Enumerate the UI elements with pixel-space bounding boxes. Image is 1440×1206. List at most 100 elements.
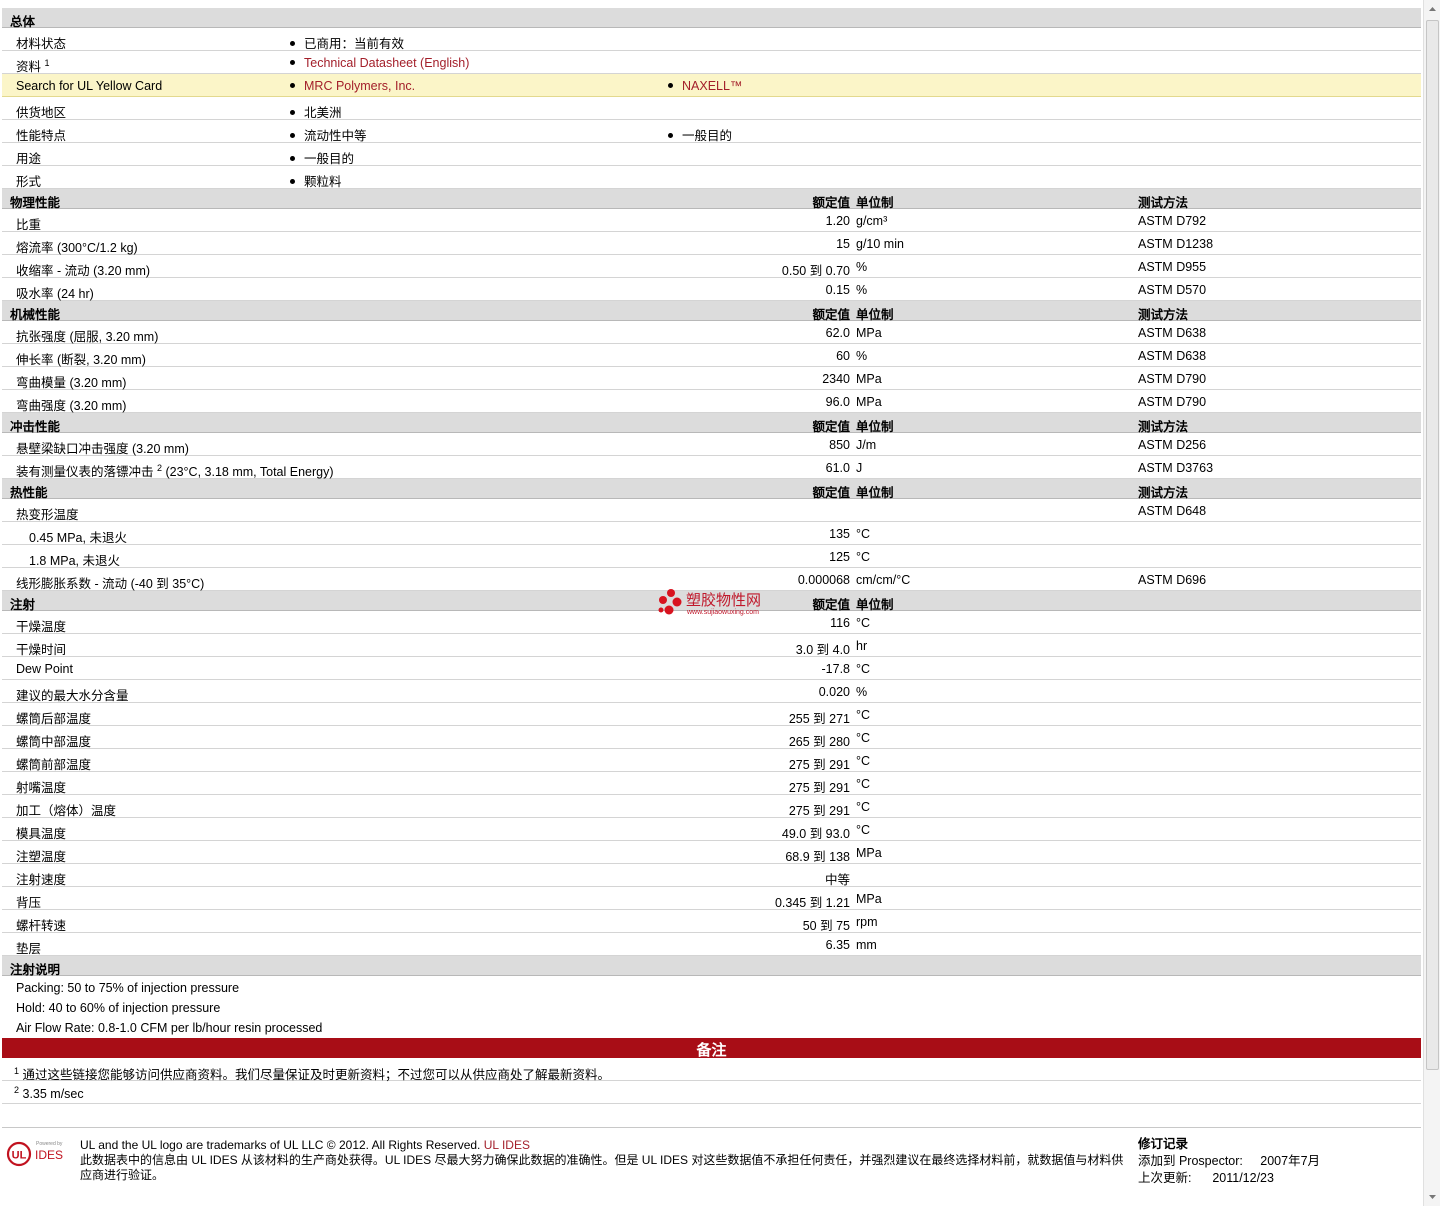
property-label: 螺筒后部温度: [16, 712, 92, 726]
property-label: 装有测量仪表的落镖冲击 2 (23°C, 3.18 mm, Total Ener…: [16, 462, 334, 479]
property-test-method: ASTM D696: [1138, 573, 1207, 587]
bullet-item: 一般目的: [290, 148, 354, 167]
property-label: 注塑温度: [16, 850, 67, 864]
property-test-method: ASTM D638: [1138, 326, 1207, 340]
mechanical-rows: 抗张强度 (屈服, 3.20 mm) 62.0 MPa ASTM D638 伸长率 (断…: [2, 321, 1421, 413]
note-text: Packing: 50 to 75% of injection pressure: [16, 981, 240, 995]
property-unit: MPa: [856, 395, 882, 409]
section-title: 注射说明: [10, 963, 61, 977]
bullet-item[interactable]: MRC Polymers, Inc.: [290, 79, 415, 93]
injection-row: 螺筒前部温度 275 到 291 °C: [2, 749, 1421, 772]
tradename-link[interactable]: NAXELL™: [682, 79, 742, 93]
property-value: 2340: [822, 372, 850, 386]
bullet-icon: [668, 133, 673, 139]
vertical-scrollbar[interactable]: [1423, 0, 1440, 1206]
property-unit: hr: [856, 639, 868, 653]
section-physical-header: 物理性能 额定值 单位制 测试方法: [2, 189, 1421, 210]
injection-row: 模具温度 49.0 到 93.0 °C: [2, 818, 1421, 841]
property-unit: °C: [856, 616, 871, 630]
injection-row: 螺筒中部温度 265 到 280 °C: [2, 726, 1421, 749]
svg-text:Powered by: Powered by: [36, 1141, 63, 1147]
property-value: 850: [829, 438, 850, 452]
scroll-down-icon[interactable]: [1427, 1191, 1438, 1202]
property-unit: °C: [856, 550, 871, 564]
property-unit: MPa: [856, 372, 882, 386]
property-label: 线形膨胀系数 - 流动 (-40 到 35°C): [16, 577, 205, 591]
property-label: 抗张强度 (屈服, 3.20 mm): [16, 330, 159, 344]
general-row-status: 材料状态 已商用：当前有效: [2, 28, 1421, 51]
property-unit: °C: [856, 800, 871, 814]
svg-text:UL: UL: [12, 1150, 27, 1162]
property-unit: cm/cm/°C: [856, 573, 911, 587]
row-label: Search for UL Yellow Card: [16, 79, 163, 93]
property-label: 熔流率 (300°C/1.2 kg): [16, 241, 138, 255]
bullet-icon: [290, 41, 295, 47]
bullet-item[interactable]: Technical Datasheet (English): [290, 56, 469, 70]
note-text: Air Flow Rate: 0.8-1.0 CFM per lb/hour r…: [16, 1021, 323, 1035]
property-label: 悬壁梁缺口冲击强度 (3.20 mm): [16, 442, 189, 456]
section-injection-notes-header: 注射说明: [2, 956, 1421, 977]
revision-updated: 上次更新: 2011/12/23: [1138, 1171, 1274, 1185]
property-label: 伸长率 (断裂, 3.20 mm): [16, 353, 146, 367]
bullet-icon: [668, 83, 673, 89]
injection-row: 垫层 6.35 mm: [2, 933, 1421, 956]
bullet-item[interactable]: NAXELL™: [668, 79, 742, 93]
property-label: 比重: [16, 218, 42, 232]
property-label: 螺筒中部温度: [16, 735, 92, 749]
injection-note: Hold: 40 to 60% of injection pressure: [2, 998, 1421, 1018]
property-value: 15: [836, 237, 850, 251]
property-label: 模具温度: [16, 827, 67, 841]
bullet-icon: [290, 110, 295, 116]
injection-row: 射嘴温度 275 到 291 °C: [2, 772, 1421, 795]
physical-row: 比重 1.20 g/cm³ ASTM D792: [2, 209, 1421, 232]
supplier-link[interactable]: MRC Polymers, Inc.: [304, 79, 415, 93]
property-label: 热变形温度: [16, 508, 79, 522]
remark-row: 2 3.35 m/sec: [2, 1081, 1421, 1104]
property-unit: rpm: [856, 915, 878, 929]
property-value: 中等: [824, 873, 850, 887]
revision-history: 修订记录 添加到 Prospector: 2007年7月 上次更新: 2011/…: [1138, 1136, 1320, 1187]
general-row-documents: 资料 1 Technical Datasheet (English): [2, 51, 1421, 74]
injection-row: 加工（熔体）温度 275 到 291 °C: [2, 795, 1421, 818]
bullet-item: 已商用：当前有效: [290, 33, 404, 52]
property-unit: °C: [856, 823, 871, 837]
mechanical-row: 弯曲强度 (3.20 mm) 96.0 MPa ASTM D790: [2, 390, 1421, 413]
impact-row-dart: 装有测量仪表的落镖冲击 2 (23°C, 3.18 mm, Total Ener…: [2, 456, 1421, 479]
injection-row: Dew Point -17.8 °C: [2, 657, 1421, 680]
property-label: 垫层: [16, 942, 42, 956]
property-unit: °C: [856, 731, 871, 745]
property-label: 射嘴温度: [16, 781, 67, 795]
ul-ides-link[interactable]: UL IDES: [484, 1138, 530, 1152]
bullet-icon: [290, 133, 295, 139]
property-unit: J/m: [856, 438, 877, 452]
bullet-item: 一般目的: [668, 125, 732, 144]
remarks-header: 备注: [2, 1038, 1421, 1059]
remarks-title: 备注: [696, 1042, 727, 1059]
property-test-method: ASTM D638: [1138, 349, 1207, 363]
ul-ides-logo[interactable]: UL Powered by IDES: [6, 1138, 70, 1168]
general-row-form: 形式 颗粒料: [2, 166, 1421, 189]
scroll-up-icon[interactable]: [1427, 4, 1438, 15]
revision-added: 添加到 Prospector: 2007年7月: [1138, 1154, 1321, 1168]
property-label: 干燥时间: [16, 643, 67, 657]
property-unit: MPa: [856, 326, 882, 340]
property-label: 背压: [16, 896, 42, 910]
injection-row: 注塑温度 68.9 到 138 MPa: [2, 841, 1421, 864]
property-unit: °C: [856, 708, 871, 722]
property-label: 收缩率 - 流动 (3.20 mm): [16, 264, 151, 278]
property-value: 49.0 到 93.0: [781, 827, 850, 841]
property-test-method: ASTM D790: [1138, 395, 1207, 409]
property-unit: g/10 min: [856, 237, 904, 251]
scrollbar-thumb[interactable]: [1426, 20, 1439, 1070]
footnote-ref: 1: [44, 57, 50, 68]
general-row-uses: 用途 一般目的: [2, 143, 1421, 166]
property-test-method: ASTM D1238: [1138, 237, 1214, 251]
property-unit: %: [856, 260, 868, 274]
impact-row-izod: 悬壁梁缺口冲击强度 (3.20 mm) 850 J/m ASTM D256: [2, 433, 1421, 456]
datasheet-link[interactable]: Technical Datasheet (English): [304, 56, 469, 70]
property-value: 135: [829, 527, 850, 541]
bullet-icon: [290, 179, 295, 185]
note-text: Hold: 40 to 60% of injection pressure: [16, 1001, 221, 1015]
thermal-row-hdt: 热变形温度 ASTM D648: [2, 499, 1421, 522]
property-value: 60: [836, 349, 850, 363]
